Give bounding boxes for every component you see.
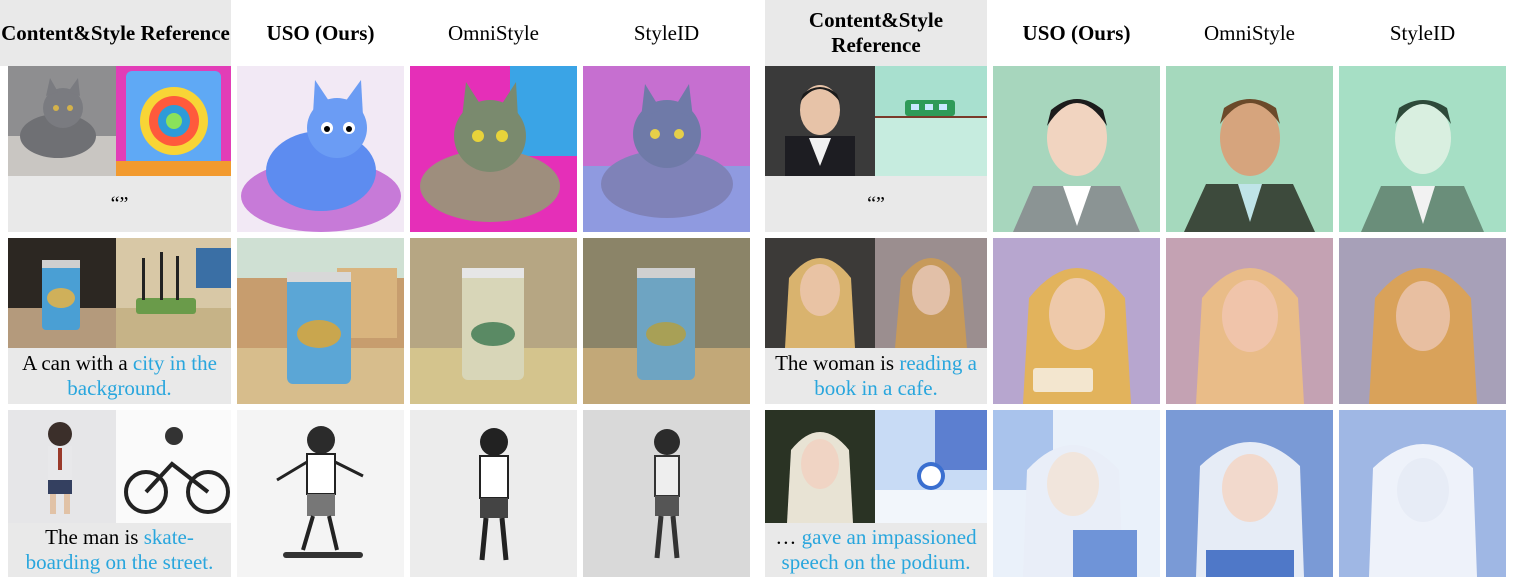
l-r2-styleid-image bbox=[583, 238, 750, 404]
r-r2-caption-plain: The woman is bbox=[775, 351, 900, 375]
r-r3-uso-image bbox=[993, 410, 1160, 577]
r-r2-omni-image bbox=[1166, 238, 1333, 404]
r-r3-content-image bbox=[765, 410, 875, 523]
r-r1-omni-image bbox=[1166, 66, 1333, 232]
right-header-omnistyle: OmniStyle bbox=[1166, 0, 1333, 66]
r-r2-content-image bbox=[765, 238, 875, 348]
l-r1-caption: “” bbox=[8, 176, 231, 232]
r-r1-uso-image bbox=[993, 66, 1160, 232]
l-r2-uso-image bbox=[237, 238, 404, 404]
right-header-uso: USO (Ours) bbox=[993, 0, 1160, 66]
r-r1-styleid-image bbox=[1339, 66, 1506, 232]
r-r3-styleid-image bbox=[1339, 410, 1506, 577]
left-header-reference-text: Content&Style Reference bbox=[1, 20, 230, 45]
right-header-reference: Content&Style Reference bbox=[765, 0, 987, 66]
r-r3-caption-plain: … bbox=[775, 525, 802, 549]
l-r1-styleid-image bbox=[583, 66, 750, 232]
left-header-uso: USO (Ours) bbox=[237, 0, 404, 66]
l-r3-caption-plain: The man is bbox=[45, 525, 144, 549]
right-header-omnistyle-text: OmniStyle bbox=[1203, 20, 1295, 45]
l-r2-content-image bbox=[8, 238, 116, 348]
r-r3-omni-image bbox=[1166, 410, 1333, 577]
left-header-reference: Content&Style Reference bbox=[0, 0, 231, 66]
l-r3-style-image bbox=[116, 410, 231, 523]
r-r2-style-image bbox=[875, 238, 987, 348]
left-header-omnistyle: OmniStyle bbox=[410, 0, 577, 66]
l-r1-style-image bbox=[116, 66, 231, 176]
r-r1-caption-plain: “” bbox=[867, 193, 885, 215]
r-r2-uso-image bbox=[993, 238, 1160, 404]
r-r1-style-image bbox=[875, 66, 987, 176]
right-header-styleid: StyleID bbox=[1339, 0, 1506, 66]
r-r2-styleid-image bbox=[1339, 238, 1506, 404]
left-header-omnistyle-text: OmniStyle bbox=[447, 20, 539, 45]
right-header-reference-text: Content&Style Reference bbox=[808, 8, 944, 57]
l-r1-content-image bbox=[8, 66, 116, 176]
right-header-styleid-text: StyleID bbox=[1389, 20, 1456, 45]
r-r3-style-image bbox=[875, 410, 987, 523]
l-r3-omni-image bbox=[410, 410, 577, 577]
l-r2-style-image bbox=[116, 238, 231, 348]
l-r1-uso-image bbox=[237, 66, 404, 232]
l-r2-caption: A can with a city in the background. bbox=[8, 348, 231, 404]
r-r1-caption: “” bbox=[765, 176, 987, 232]
left-header-uso-text: USO (Ours) bbox=[266, 20, 375, 45]
r-r3-caption-highlight: gave an impassioned speech on the podium… bbox=[781, 525, 977, 574]
r-r1-content-image bbox=[765, 66, 875, 176]
r-r2-caption: The woman is reading a book in a cafe. bbox=[765, 348, 987, 404]
r-r3-caption: … gave an impassioned speech on the podi… bbox=[765, 523, 987, 577]
left-header-styleid-text: StyleID bbox=[633, 20, 700, 45]
l-r2-caption-plain: A can with a bbox=[22, 351, 133, 375]
right-header-uso-text: USO (Ours) bbox=[1022, 20, 1131, 45]
l-r2-omni-image bbox=[410, 238, 577, 404]
l-r3-content-image bbox=[8, 410, 116, 523]
l-r3-styleid-image bbox=[583, 410, 750, 577]
l-r3-uso-image bbox=[237, 410, 404, 577]
l-r1-caption-plain: “” bbox=[110, 193, 129, 215]
l-r3-caption: The man is skate-boarding on the street. bbox=[8, 523, 231, 577]
left-header-styleid: StyleID bbox=[583, 0, 750, 66]
l-r1-omni-image bbox=[410, 66, 577, 232]
